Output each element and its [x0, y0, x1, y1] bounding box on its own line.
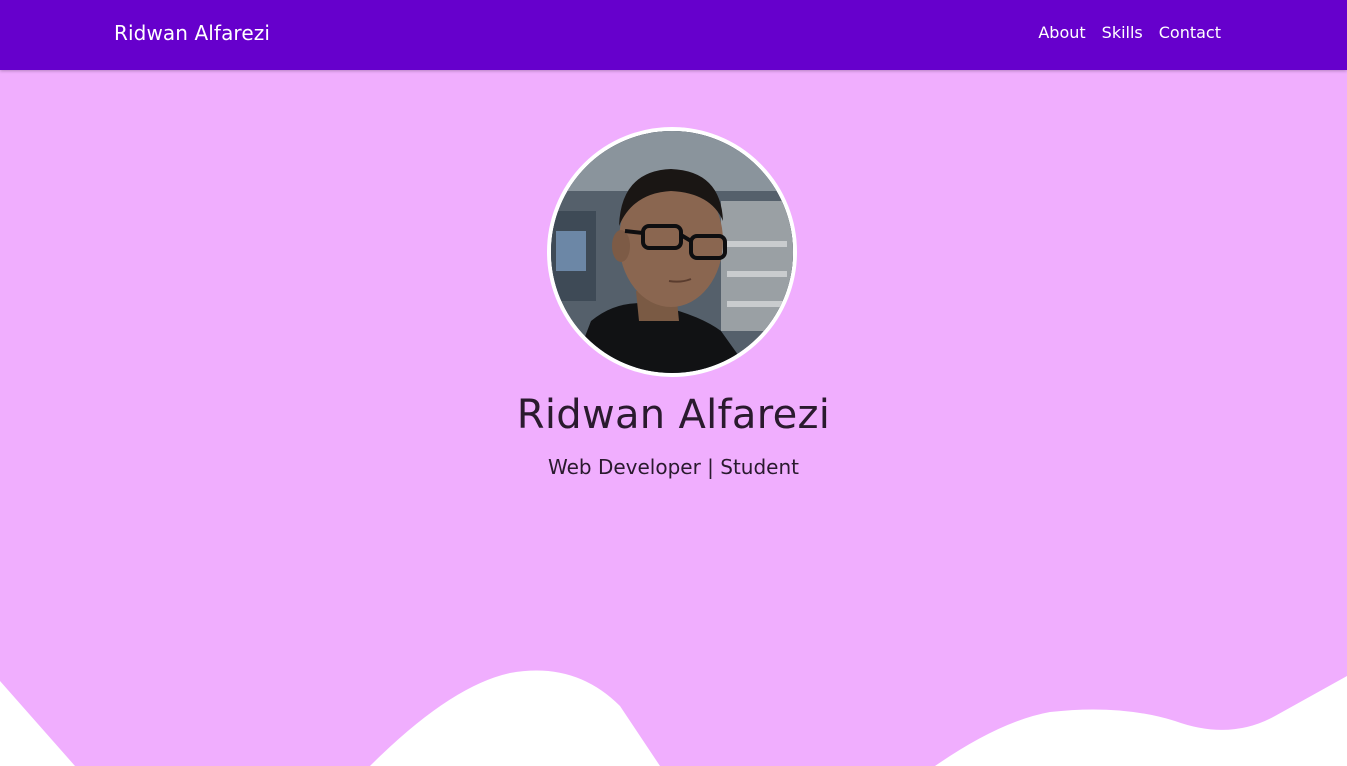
- nav-links: About Skills Contact: [1038, 23, 1221, 42]
- navbar: Ridwan Alfarezi About Skills Contact: [0, 0, 1347, 70]
- brand-link[interactable]: Ridwan Alfarezi: [114, 21, 270, 45]
- nav-link-contact[interactable]: Contact: [1159, 23, 1221, 42]
- hero-name: Ridwan Alfarezi: [516, 392, 831, 438]
- profile-photo-illustration: [551, 131, 793, 373]
- wave-divider: [0, 670, 1347, 766]
- profile-photo: [547, 127, 797, 377]
- hero-subtitle: Web Developer | Student: [547, 455, 799, 479]
- nav-link-about[interactable]: About: [1038, 23, 1085, 42]
- nav-link-skills[interactable]: Skills: [1102, 23, 1143, 42]
